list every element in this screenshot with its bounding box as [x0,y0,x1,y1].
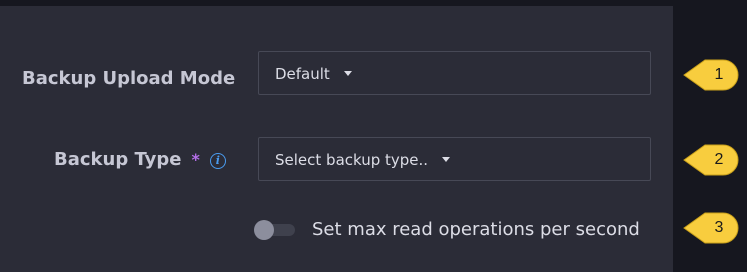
callout-number: 2 [714,151,724,168]
backup-upload-mode-label-text: Backup Upload Mode [22,68,236,89]
info-circle-icon[interactable]: i [209,153,226,169]
callout-3: 3 [683,211,739,245]
callout-number: 1 [714,66,724,83]
max-read-ops-toggle[interactable] [253,220,297,240]
chevron-down-icon [343,71,352,76]
backup-type-label-text: Backup Type [54,149,182,170]
max-read-ops-label: Set max read operations per second [312,219,640,240]
required-asterisk: * [191,150,200,169]
chevron-down-icon [442,157,451,162]
backup-upload-mode-value: Default [275,64,352,84]
backup-type-label: Backup Type * i [54,148,226,172]
backup-upload-mode-label: Backup Upload Mode [22,67,235,91]
backup-type-value-text: Select backup type.. [275,151,429,169]
settings-panel: Backup Upload Mode Default Backup Type * i… [0,6,673,272]
callout-2: 2 [683,143,739,177]
backup-upload-mode-value-text: Default [275,65,330,83]
backup-type-select[interactable]: Select backup type.. [258,137,651,181]
toggle-knob [254,220,274,240]
callout-number: 3 [714,219,724,236]
backup-upload-mode-select[interactable]: Default [258,51,651,95]
callout-1: 1 [683,58,739,92]
backup-type-value: Select backup type.. [275,150,451,170]
